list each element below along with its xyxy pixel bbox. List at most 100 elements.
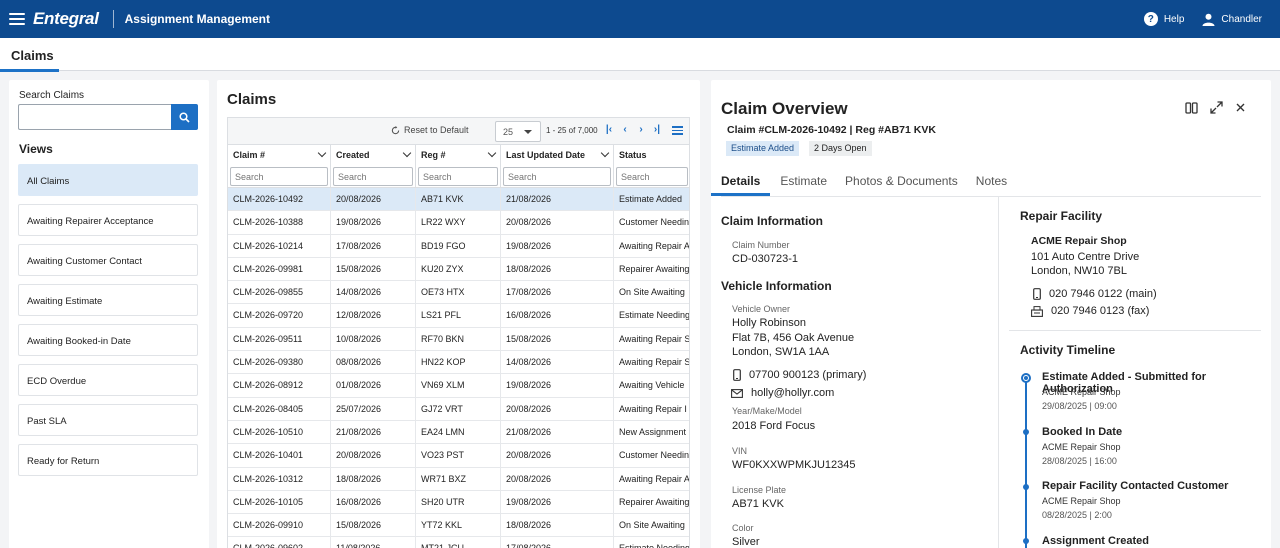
view-ecd-overdue[interactable]: ECD Overdue bbox=[18, 364, 198, 396]
first-page-icon[interactable]: |‹ bbox=[604, 124, 614, 135]
column-menu-icon[interactable] bbox=[672, 126, 683, 135]
col-header-reg[interactable]: Reg # bbox=[416, 145, 501, 165]
menu-icon[interactable] bbox=[9, 13, 25, 25]
shop-fax[interactable]: 020 7946 0123 (fax) bbox=[1031, 305, 1149, 317]
page-range: 1 - 25 of 7,000 bbox=[546, 126, 598, 135]
filter-status-input[interactable] bbox=[616, 167, 688, 186]
timeline-item-title: Booked In Date bbox=[1042, 426, 1123, 438]
col-header-last-updated[interactable]: Last Updated Date bbox=[501, 145, 614, 165]
repair-column: Repair Facility ACME Repair Shop 101 Aut… bbox=[1009, 207, 1261, 548]
cell-last-updated: 20/08/2026 bbox=[501, 397, 614, 420]
prev-page-icon[interactable]: ‹ bbox=[620, 124, 630, 135]
table-row[interactable]: CLM-2026-10492 20/08/2026 AB71 KVK 21/08/20… bbox=[228, 188, 689, 212]
grid-header: Claim # Created Reg # Last Updated Date … bbox=[228, 145, 689, 165]
left-panel: Search Claims Views All Claims Awaiting … bbox=[9, 80, 209, 548]
reset-to-default-button[interactable]: Reset to Default bbox=[391, 125, 469, 135]
days-open-badge: 2 Days Open bbox=[809, 141, 872, 156]
shop-phone-value: 020 7946 0122 (main) bbox=[1049, 288, 1157, 300]
tab-claims-label: Claims bbox=[11, 48, 54, 63]
table-row[interactable]: CLM-2026-09511 10/08/2026 RF70 BKN 15/08/20… bbox=[228, 327, 689, 352]
tab-details[interactable]: Details bbox=[711, 174, 771, 196]
timeline-item-date: 28/08/2025 | 16:00 bbox=[1042, 456, 1117, 466]
filter-reg-input[interactable] bbox=[418, 167, 498, 186]
table-row[interactable]: CLM-2026-08405 25/07/2026 GJ72 VRT 20/08/20… bbox=[228, 397, 689, 421]
view-awaiting-booked-in-date[interactable]: Awaiting Booked-in Date bbox=[18, 324, 198, 356]
next-page-icon[interactable]: › bbox=[636, 124, 646, 135]
view-awaiting-estimate[interactable]: Awaiting Estimate bbox=[18, 284, 198, 316]
owner-email[interactable]: holly@hollyr.com bbox=[731, 387, 834, 399]
tab-active-indicator bbox=[0, 69, 59, 72]
cell-last-updated: 19/08/2026 bbox=[501, 374, 614, 397]
user-menu[interactable]: Chandler bbox=[1202, 13, 1262, 26]
cell-last-updated: 20/08/2026 bbox=[501, 211, 614, 234]
last-page-icon[interactable]: ›| bbox=[652, 124, 662, 135]
owner-name: Holly Robinson bbox=[732, 317, 806, 329]
search-claims-input[interactable] bbox=[18, 104, 171, 130]
table-row[interactable]: CLM-2026-09981 15/08/2026 KU20 ZYX 18/08/20… bbox=[228, 257, 689, 282]
table-row[interactable]: CLM-2026-09855 14/08/2026 OE73 HTX 17/08/20… bbox=[228, 281, 689, 305]
table-row[interactable]: CLM-2026-09720 12/08/2026 LS21 PFL 16/08/20… bbox=[228, 304, 689, 328]
claim-number-label: Claim Number bbox=[732, 240, 790, 250]
table-row[interactable]: CLM-2026-10401 20/08/2026 VO23 PST 20/08/20… bbox=[228, 444, 689, 468]
app-title: Assignment Management bbox=[124, 12, 270, 26]
table-row[interactable]: CLM-2026-10510 21/08/2026 EA24 LMN 21/08/20… bbox=[228, 420, 689, 445]
cell-created: 11/08/2026 bbox=[331, 537, 416, 548]
brand-logo[interactable]: Entegral bbox=[33, 0, 99, 38]
owner-phone[interactable]: 07700 900123 (primary) bbox=[733, 369, 866, 381]
cell-status: Estimate Needing bbox=[614, 537, 689, 548]
view-awaiting-customer-contact[interactable]: Awaiting Customer Contact bbox=[18, 244, 198, 276]
tab-photos-documents[interactable]: Photos & Documents bbox=[845, 174, 958, 196]
view-awaiting-repairer-acceptance[interactable]: Awaiting Repairer Acceptance bbox=[18, 204, 198, 236]
table-row[interactable]: CLM-2026-10388 19/08/2026 LR22 WXY 20/08/20… bbox=[228, 211, 689, 235]
brand-name: Entegral bbox=[33, 9, 99, 28]
cell-status: Awaiting Repair A bbox=[614, 468, 689, 490]
col-header-claim[interactable]: Claim # bbox=[228, 145, 331, 165]
cell-last-updated: 21/08/2026 bbox=[501, 188, 614, 211]
table-row[interactable]: CLM-2026-09380 08/08/2026 HN22 KOP 14/08/20… bbox=[228, 351, 689, 375]
cell-status: Repairer Awaiting bbox=[614, 258, 689, 280]
col-header-status[interactable]: Status bbox=[614, 145, 689, 165]
cell-last-updated: 21/08/2026 bbox=[501, 420, 614, 444]
filter-created-input[interactable] bbox=[333, 167, 413, 186]
timeline-dot bbox=[1023, 429, 1029, 435]
table-row[interactable]: CLM-2026-10312 18/08/2026 WR71 BXZ 20/08/20… bbox=[228, 467, 689, 491]
split-view-icon[interactable] bbox=[1185, 101, 1198, 114]
cell-last-updated: 20/08/2026 bbox=[501, 444, 614, 467]
shop-address-line2: London, NW10 7BL bbox=[1031, 265, 1128, 277]
tab-estimate[interactable]: Estimate bbox=[780, 174, 827, 196]
shop-phone[interactable]: 020 7946 0122 (main) bbox=[1033, 288, 1157, 300]
search-button[interactable] bbox=[171, 104, 198, 130]
column-divider bbox=[998, 197, 999, 548]
timeline-item-title: Assignment Created bbox=[1042, 535, 1149, 547]
timeline-dot bbox=[1023, 484, 1029, 490]
cell-claim: CLM-2026-10105 bbox=[228, 490, 331, 514]
col-header-created[interactable]: Created bbox=[331, 145, 416, 165]
cell-claim: CLM-2026-09720 bbox=[228, 304, 331, 327]
col-status-label: Status bbox=[619, 150, 647, 160]
expand-icon[interactable] bbox=[1210, 101, 1223, 114]
cell-status: Awaiting Repair I bbox=[614, 398, 689, 420]
timeline-item-org: ACME Repair Shop bbox=[1042, 496, 1121, 506]
view-all-claims[interactable]: All Claims bbox=[18, 164, 198, 196]
view-ready-for-return[interactable]: Ready for Return bbox=[18, 444, 198, 476]
view-past-sla[interactable]: Past SLA bbox=[18, 404, 198, 436]
table-row[interactable]: CLM-2026-0960211/08/2026MT21 JCU17/08/20… bbox=[228, 537, 689, 548]
cell-claim: CLM-2026-10388 bbox=[228, 211, 331, 234]
claims-title: Claims bbox=[227, 91, 277, 108]
help-button[interactable]: ? Help bbox=[1143, 12, 1184, 26]
header-divider bbox=[112, 10, 114, 28]
filter-last-updated-input[interactable] bbox=[503, 167, 611, 186]
color-value: Silver bbox=[732, 536, 760, 548]
filter-claim-input[interactable] bbox=[230, 167, 328, 186]
table-row[interactable]: CLM-2026-10105 16/08/2026 SH20 UTR 19/08/20… bbox=[228, 490, 689, 515]
table-row[interactable]: CLM-2026-08912 01/08/2026 VN69 XLM 19/08/20… bbox=[228, 374, 689, 398]
table-row[interactable]: CLM-2026-09910 15/08/2026 YT72 KKL 18/08/20… bbox=[228, 514, 689, 538]
table-row[interactable]: CLM-2026-10214 17/08/2026 BD19 FGO 19/08/20… bbox=[228, 234, 689, 258]
cell-reg: LS21 PFL bbox=[416, 304, 501, 327]
vehicle-info-title: Vehicle Information bbox=[721, 279, 832, 293]
close-icon[interactable] bbox=[1235, 102, 1246, 113]
tab-claims[interactable]: Claims bbox=[0, 38, 59, 72]
page-size-select[interactable]: 25 bbox=[495, 121, 541, 142]
claims-panel: Claims Reset to Default 25 1 - 25 of 7,0… bbox=[217, 80, 700, 548]
tab-notes[interactable]: Notes bbox=[976, 174, 1007, 196]
